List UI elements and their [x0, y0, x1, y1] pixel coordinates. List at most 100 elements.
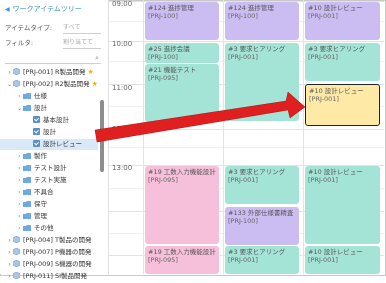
time-label: 12:00 [112, 125, 133, 133]
chevron-right-icon[interactable]: › [16, 91, 23, 102]
tree-scrollbar[interactable] [100, 100, 104, 172]
chevron-right-icon[interactable]: › [16, 175, 23, 186]
chevron-right-icon[interactable]: › [6, 271, 13, 282]
chevron-right-icon[interactable]: › [6, 247, 13, 258]
chevron-right-icon[interactable]: › [6, 67, 13, 78]
tree-node[interactable]: › 仕様 [0, 91, 98, 102]
time-label: 11:00 [112, 84, 133, 92]
calendar-event[interactable]: #3 要求ヒアリング [PRJ-001] [225, 166, 299, 204]
tree-node[interactable]: › [PRJ-011] SI製品開発 [0, 271, 98, 282]
tree-node[interactable]: › 管理 [0, 211, 98, 222]
tree-node-label: [PRJ-009] S機器の開発 [23, 260, 92, 268]
event-project-code: [PRJ-001] [308, 176, 338, 184]
event-project-code: [PRJ-001] [228, 53, 258, 61]
event-title: #124 進捗管理 [148, 4, 194, 12]
project-icon [12, 247, 21, 256]
folder-icon [23, 164, 31, 171]
calendar-event[interactable]: #124 進捗管理 [PRJ-100] [145, 2, 219, 40]
folder-icon [23, 152, 31, 159]
tree-node-label: 製作 [34, 152, 47, 160]
tree-node[interactable]: › [PRJ-001] R製品開発 ★ [0, 67, 98, 78]
tree-node[interactable]: ⌄ 設計 [0, 103, 98, 114]
chevron-right-icon[interactable]: › [6, 235, 13, 246]
event-title: #10 設計レビュー [308, 248, 363, 256]
tree-node[interactable]: 設計レビュー [0, 139, 98, 150]
calendar-event[interactable]: #21 機能テスト [PRJ-095] [145, 64, 219, 122]
tree-node[interactable]: › [PRJ-004] T製品の開発 [0, 235, 98, 246]
tree-node[interactable]: ⌄ [PRJ-002] R2製品開発 ★ [0, 79, 98, 90]
tree-node[interactable]: › 製作 [0, 151, 98, 162]
filter-filter: フィルタ: 割り当てて [5, 38, 103, 49]
tree-node-label: [PRJ-011] SI製品開発 [23, 272, 88, 280]
tree-node[interactable]: 設計 [0, 127, 98, 138]
chevron-right-icon[interactable]: › [6, 259, 13, 270]
tree-node[interactable]: › その他 [0, 223, 98, 234]
calendar-event[interactable]: #3 要求ヒアリング [PRJ-001] [305, 43, 380, 81]
event-project-code: [PRJ-095] [148, 176, 178, 184]
folder-icon [23, 176, 31, 183]
chevron-down-icon[interactable]: ⌄ [16, 103, 23, 114]
search-input[interactable]: ⌕ [5, 53, 101, 64]
event-title: #25 進捗会議 [148, 45, 190, 53]
filter-filter-select[interactable]: 割り当てて [63, 38, 101, 49]
tree-node[interactable]: › [PRJ-009] S機器の開発 [0, 259, 98, 270]
calendar-event[interactable]: #10 設計レビュー [PRJ-001] [305, 2, 380, 40]
calendar-event[interactable]: #25 進捗会議 [PRJ-100] [145, 43, 219, 63]
tree-node[interactable]: › [PRJ-007] P機器の開発 [0, 247, 98, 258]
event-title: #3 要求ヒアリング [228, 168, 286, 176]
chevron-right-icon[interactable]: › [16, 163, 23, 174]
event-project-code: [PRJ-095] [148, 256, 178, 264]
event-title: #133 外部仕様書精査 [228, 209, 294, 217]
folder-icon [23, 212, 31, 219]
event-title: #19 工数入力機能設計 [148, 248, 216, 256]
search-icon[interactable]: ⌕ [95, 53, 99, 64]
filter-item-type-select[interactable]: すべて [63, 23, 101, 34]
filter-item-type: アイテムタイプ: すべて [5, 23, 103, 34]
tree-node[interactable]: › 保守 [0, 199, 98, 210]
calendar-event[interactable]: #10 設計レビュー [PRJ-001] [305, 246, 380, 274]
project-icon [12, 259, 21, 268]
calendar-event[interactable]: #10 設計レビュー [PRJ-001] [305, 84, 380, 126]
event-project-code: [PRJ-100] [228, 217, 258, 225]
event-title: #3 要求ヒアリング [308, 45, 366, 53]
star-icon[interactable]: ★ [92, 80, 98, 88]
chevron-right-icon[interactable]: › [16, 223, 23, 234]
calendar-event[interactable]: #3 要求ヒアリング [PRJ-001] [225, 246, 299, 274]
event-project-code: [PRJ-095] [148, 74, 178, 82]
calendar-event[interactable]: #10 設計レビュー [PRJ-001] [305, 166, 380, 244]
tree-node[interactable]: › テスト設計 [0, 163, 98, 174]
event-project-code: [PRJ-001] [308, 53, 338, 61]
event-project-code: [PRJ-001] [308, 12, 338, 20]
panel-title[interactable]: ◀ ワークアイテムツリー [5, 3, 82, 15]
tree-node-label: 基本設計 [43, 116, 69, 124]
chevron-right-icon[interactable]: › [16, 187, 23, 198]
calendar-event[interactable]: #133 外部仕様書精査 [PRJ-100] [225, 207, 299, 245]
calendar-event[interactable]: #124 進捗管理 [PRJ-100] [225, 2, 299, 40]
tree-node-label: [PRJ-004] T製品の開発 [23, 236, 92, 244]
folder-icon [23, 188, 31, 195]
chevron-left-icon[interactable]: ◀ [5, 4, 10, 16]
tree-node[interactable]: 基本設計 [0, 115, 98, 126]
project-icon [12, 235, 21, 244]
calendar-event[interactable]: #19 工数入力機能設計 [PRJ-095] [145, 166, 219, 244]
calendar-event[interactable]: #19 工数入力機能設計 [PRJ-095] [145, 246, 219, 274]
tree-node-label: 設計 [43, 128, 56, 136]
task-check-icon [33, 116, 40, 123]
chevron-right-icon[interactable]: › [16, 151, 23, 162]
star-icon[interactable]: ★ [88, 68, 94, 76]
tree-node-label: テスト実施 [34, 176, 67, 184]
chevron-right-icon[interactable]: › [16, 211, 23, 222]
folder-icon [23, 200, 31, 207]
time-label: 10:00 [112, 40, 133, 48]
event-project-code: [PRJ-001] [309, 95, 339, 103]
calendar-event[interactable]: #3 要求ヒアリング [PRJ-001] [225, 43, 299, 121]
tree-node-label: 仕様 [34, 92, 47, 100]
chevron-down-icon[interactable]: ⌄ [6, 79, 13, 90]
chevron-right-icon[interactable]: › [16, 199, 23, 210]
event-project-code: [PRJ-100] [228, 12, 258, 20]
filter-filter-label: フィルタ: [5, 39, 34, 47]
folder-icon [23, 92, 31, 99]
tree-node-label: 保守 [34, 200, 47, 208]
tree-node[interactable]: › テスト実施 [0, 175, 98, 186]
tree-node[interactable]: › 不具合 [0, 187, 98, 198]
